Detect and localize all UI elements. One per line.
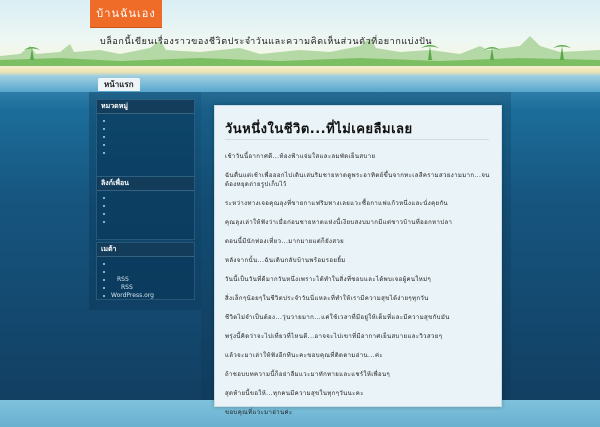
comments-rss-link[interactable]: RSS xyxy=(103,284,194,292)
wordpress-link[interactable]: WordPress.org xyxy=(103,292,194,300)
post-paragraph: คุณลุงเล่าให้ฟังว่าเมื่อก่อนชายหาดแห่งนี… xyxy=(225,219,453,226)
sidebar-link[interactable] xyxy=(103,133,194,141)
header-banner: บ้านฉันเอง บล็อกนี้เขียนเรื่องราวของชีวิ… xyxy=(0,0,600,92)
post-paragraph: ชีวิตไม่จำเป็นต้อง...วุ่นวายมาก...แค่ใช้… xyxy=(225,314,450,321)
post-paragraph: หลังจากนั้น...ฉันเดินกลับบ้านพร้อมรอยยิ้… xyxy=(225,257,346,264)
title-divider xyxy=(225,139,489,140)
post-paragraph: ถ้าชอบบทความนี้ก็อย่าลืมแวะมาทักทายและแช… xyxy=(225,371,391,378)
sidebar: หมวดหมู่ ลิงก์เพื่อน เมต้า RSS RSS WordP… xyxy=(89,92,201,310)
site-title[interactable]: บ้านฉันเอง xyxy=(90,0,162,28)
sidebar-link[interactable] xyxy=(103,210,194,218)
post-body: เช้าวันนี้อากาศดี...ท้องฟ้าแจ่มใสและลมพั… xyxy=(225,152,493,427)
post-paragraph: ฉันตื่นแต่เช้าเพื่อออกไปเดินเล่นริมชายหา… xyxy=(225,172,490,188)
sidebar-link[interactable] xyxy=(103,194,194,202)
sidebar-link[interactable] xyxy=(103,268,194,276)
sidebar-link[interactable] xyxy=(103,149,194,157)
post-paragraph: สิ่งเล็กๆน้อยๆในชีวิตประจำวันนี่แหละที่ท… xyxy=(225,295,429,302)
post-title[interactable]: วันหนึ่งในชีวิต...ที่ไม่เคยลืมเลย xyxy=(225,118,491,139)
site-description: บล็อกนี้เขียนเรื่องราวของชีวิตประจำวันแล… xyxy=(100,37,433,47)
post-paragraph: สุดท้ายนี้ขอให้...ทุกคนมีความสุขในทุกๆวั… xyxy=(225,390,364,397)
post-paragraph: ขอบคุณที่แวะมาอ่านค่ะ xyxy=(225,409,293,416)
sidebar-link[interactable] xyxy=(103,260,194,268)
post-paragraph: เช้าวันนี้อากาศดี...ท้องฟ้าแจ่มใสและลมพั… xyxy=(225,153,376,160)
widget-title: หมวดหมู่ xyxy=(97,100,194,114)
sidebar-link[interactable] xyxy=(103,218,194,226)
post-paragraph: แล้วจะมาเล่าให้ฟังอีกทีนะคะขอบคุณที่ติดต… xyxy=(225,352,383,359)
post-paragraph: ตอนนี้มีนักท่องเที่ยว...มากมายแต่ก็ยังสว… xyxy=(225,238,345,245)
post-paragraph: ระหว่างทางเจอคุณลุงที่ขายกาแฟริมทางเลยแว… xyxy=(225,200,448,207)
nav-home-tab[interactable]: หน้าแรก xyxy=(98,78,140,91)
widget-title: ลิงก์เพื่อน xyxy=(97,177,194,191)
sidebar-link[interactable] xyxy=(103,141,194,149)
sidebar-widget-categories: หมวดหมู่ xyxy=(96,99,195,177)
widget-title: เมต้า xyxy=(97,243,194,257)
post-paragraph: พรุ่งนี้คิดว่าจะไปเที่ยวที่ไหนดี...อาจจะ… xyxy=(225,333,443,340)
sidebar-widget-links: ลิงก์เพื่อน xyxy=(96,176,195,240)
sidebar-widget-meta: เมต้า RSS RSS WordPress.org xyxy=(96,242,195,300)
sidebar-link[interactable] xyxy=(103,125,194,133)
post-paragraph: วันนี้เป็นวันที่ดีมากวันหนึ่งเพราะได้ทำใ… xyxy=(225,276,432,283)
sidebar-link[interactable] xyxy=(103,117,194,125)
sidebar-link[interactable] xyxy=(103,202,194,210)
rss-link[interactable]: RSS xyxy=(103,276,194,284)
blog-post: วันหนึ่งในชีวิต...ที่ไม่เคยลืมเลย เช้าวั… xyxy=(214,105,502,416)
